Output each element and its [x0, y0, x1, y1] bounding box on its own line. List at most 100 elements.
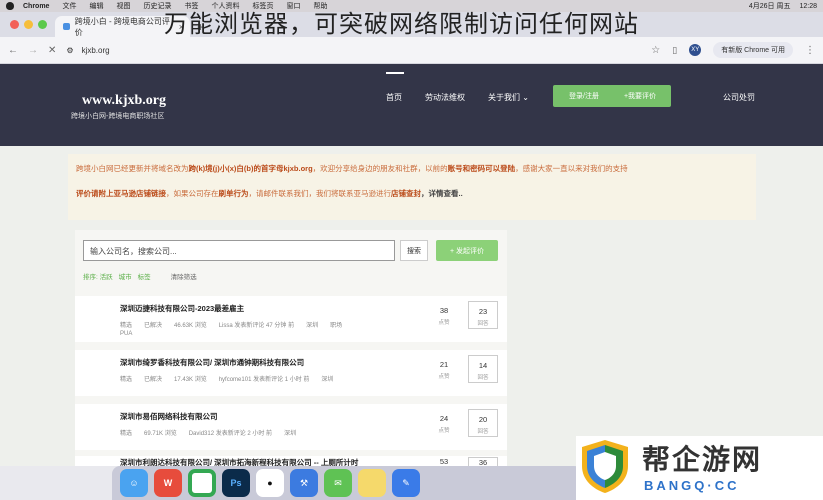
back-icon[interactable]: ← — [8, 45, 18, 56]
company-activity: hyfcome101 发表新评论 1 小时 前 — [218, 377, 310, 383]
start-review-button[interactable]: + 发起评价 — [436, 240, 498, 261]
company-status: 已解决 — [144, 323, 163, 329]
nav-company-punish[interactable]: 公司处罚 — [723, 92, 755, 103]
like-count-value: 24 — [439, 414, 449, 423]
answer-count[interactable]: 23 回答 — [468, 301, 498, 329]
tag-filter[interactable]: 标签 — [138, 271, 151, 281]
mac-dock: ☺ W Ps ● ⚒ ✉ ✎ — [112, 466, 582, 500]
company-name[interactable]: 深圳市绮罗香科技有限公司/ 深圳市通钟期科技有限公司 — [120, 357, 304, 368]
photoshop-icon[interactable]: Ps — [222, 469, 250, 497]
city-filter[interactable]: 城市 — [119, 271, 132, 281]
notice-store-link-highlight: 评价请附上亚马逊店铺链接 — [76, 189, 166, 198]
watermark-subtext: BANGQ·CC — [644, 478, 740, 493]
minimize-window-icon[interactable] — [24, 20, 33, 29]
shield-logo-icon — [582, 440, 628, 493]
url-text: kjxb.org — [81, 45, 110, 55]
clear-filter-link[interactable]: 清除筛选 — [171, 271, 197, 281]
filter-bar: 排序: 活跃 城市 标签 清除筛选 — [83, 271, 197, 281]
answer-count-value: 14 — [478, 361, 488, 370]
site-logo[interactable]: www.kjxb.org — [82, 93, 166, 109]
site-header: www.kjxb.org 跨境小白网-跨境电商职场社区 首页 劳动法维权 关于我… — [0, 64, 823, 146]
menu-edit[interactable]: 编辑 — [89, 1, 103, 11]
menu-view[interactable]: 视图 — [116, 1, 130, 11]
answer-count[interactable]: 36 — [468, 457, 498, 466]
company-city[interactable]: 深圳 — [284, 428, 296, 437]
menubar-time[interactable]: 12:28 — [799, 3, 817, 10]
menubar-date[interactable]: 4月26日 周五 — [749, 1, 791, 11]
company-meta: 精选 已解决 17.43K 浏览 hyfcome101 发表新评论 1 小时 前… — [120, 374, 333, 383]
sort-filter[interactable]: 排序: 活跃 — [83, 271, 113, 281]
login-register-button[interactable]: 登录/注册 — [553, 85, 615, 107]
finder-icon[interactable]: ☺ — [120, 469, 148, 497]
forward-icon[interactable]: → — [28, 45, 38, 56]
answer-count-label: 回答 — [477, 429, 489, 435]
update-chrome-button[interactable]: 有新版 Chrome 可用 — [713, 42, 793, 58]
menu-app-name[interactable]: Chrome — [23, 3, 49, 10]
company-row[interactable]: 深圳市绮罗香科技有限公司/ 深圳市通钟期科技有限公司 精选 已解决 17.43K… — [75, 350, 507, 396]
company-status: 已解决 — [144, 377, 163, 383]
close-window-icon[interactable] — [10, 20, 19, 29]
apple-icon[interactable] — [6, 2, 14, 10]
notes-icon[interactable] — [358, 469, 386, 497]
address-bar: ← → ✕ ⚙ kjxb.org ☆ ▯ XY 有新版 Chrome 可用 ⋮ — [0, 37, 823, 64]
company-extra-tag[interactable]: PUA — [120, 331, 132, 337]
more-menu-icon[interactable]: ⋮ — [805, 45, 815, 56]
notice-domain-highlight: 跨(k)境(j)小(x)白(b)的首字母kjxb.org — [188, 164, 313, 173]
company-search-input[interactable]: 输入公司名，搜索公司... — [83, 240, 395, 261]
company-views: 69.71K 浏览 — [144, 431, 177, 437]
write-review-button[interactable]: +我要评价 — [609, 85, 671, 107]
notice-line-2: 评价请附上亚马逊店铺链接，如果公司存在刷单行为，请邮件联系我们，我们将联系亚马逊… — [76, 181, 748, 206]
bookmark-star-icon[interactable]: ☆ — [651, 45, 660, 56]
wps-icon[interactable]: W — [154, 469, 182, 497]
notice-shutdown-highlight: 店铺查封 — [391, 189, 421, 198]
company-city[interactable]: 深圳 — [321, 374, 333, 383]
company-meta: 精选 已解决 46.63K 浏览 Lissa 发表新评论 47 分钟 前 深圳 … — [120, 320, 342, 329]
nav-about[interactable]: 关于我们 ⌄ — [488, 92, 529, 103]
notice-text: ，感谢大家一直以来对我们的支持 — [515, 164, 628, 173]
like-count-value: 21 — [439, 360, 449, 369]
qq-icon[interactable]: ● — [256, 469, 284, 497]
stop-icon[interactable]: ✕ — [48, 45, 56, 56]
chrome-icon[interactable] — [188, 469, 216, 497]
url-field[interactable]: ⚙ kjxb.org — [66, 46, 109, 55]
tab-title: 跨境小白 - 跨境电商公司评价 — [74, 16, 170, 37]
notice-text: ，欢迎分享给身边的朋友和社群，以前的 — [312, 164, 448, 173]
nav-home[interactable]: 首页 — [386, 92, 402, 103]
menu-file[interactable]: 文件 — [62, 1, 76, 11]
pages-icon[interactable]: ✎ — [392, 469, 420, 497]
notice-text: ，如果公司存在 — [166, 189, 219, 198]
company-name[interactable]: 深圳迈捷科技有限公司-2023最差雇主 — [120, 303, 244, 314]
favicon-icon — [63, 23, 70, 30]
answer-count[interactable]: 14 回答 — [468, 355, 498, 383]
company-search-panel: 输入公司名，搜索公司... 搜索 + 发起评价 排序: 活跃 城市 标签 清除筛… — [75, 230, 507, 466]
company-name[interactable]: 深圳市利朗达科技有限公司/ 深圳市拓海新程科技有限公司 -- 上厕所计时 — [120, 457, 358, 466]
like-count-label: 点赞 — [438, 428, 450, 434]
company-city[interactable]: 深圳 — [306, 320, 318, 329]
company-category[interactable]: 职场 — [330, 320, 342, 329]
company-name[interactable]: 深圳市易佰网络科技有限公司 — [120, 411, 218, 422]
notice-text: 跨境小白网已经更新并将域名改为 — [76, 164, 189, 173]
notice-details-link[interactable]: ，详情查看.. — [421, 189, 463, 198]
company-views: 46.63K 浏览 — [174, 323, 207, 329]
notice-brushing-highlight: 刷单行为 — [218, 189, 249, 198]
page-body: 跨境小白网已经更新并将域名改为跨(k)境(j)小(x)白(b)的首字母kjxb.… — [0, 146, 823, 466]
search-button[interactable]: 搜索 — [400, 240, 428, 261]
chevron-down-icon: ⌄ — [522, 93, 529, 102]
maximize-window-icon[interactable] — [38, 20, 47, 29]
company-row[interactable]: 深圳迈捷科技有限公司-2023最差雇主 精选 已解决 46.63K 浏览 Lis… — [75, 296, 507, 342]
company-row[interactable]: 深圳市利朗达科技有限公司/ 深圳市拓海新程科技有限公司 -- 上厕所计时 53 … — [75, 456, 507, 466]
site-info-icon[interactable]: ⚙ — [66, 46, 73, 55]
company-tag: 精选 — [120, 377, 133, 383]
company-activity: David312 发表新评论 2 小时 前 — [188, 431, 273, 437]
profile-avatar[interactable]: XY — [689, 44, 702, 56]
company-tag: 精选 — [120, 323, 133, 329]
sidepanel-icon[interactable]: ▯ — [672, 45, 677, 56]
xcode-icon[interactable]: ⚒ — [290, 469, 318, 497]
company-row[interactable]: 深圳市易佰网络科技有限公司 精选 69.71K 浏览 David312 发表新评… — [75, 404, 507, 450]
wechat-icon[interactable]: ✉ — [324, 469, 352, 497]
nav-active-indicator — [386, 72, 404, 74]
answer-count-value: 36 — [478, 458, 488, 466]
answer-count[interactable]: 20 回答 — [468, 409, 498, 437]
like-count-label: 点赞 — [438, 374, 450, 380]
nav-labor-law[interactable]: 劳动法维权 — [425, 92, 465, 103]
